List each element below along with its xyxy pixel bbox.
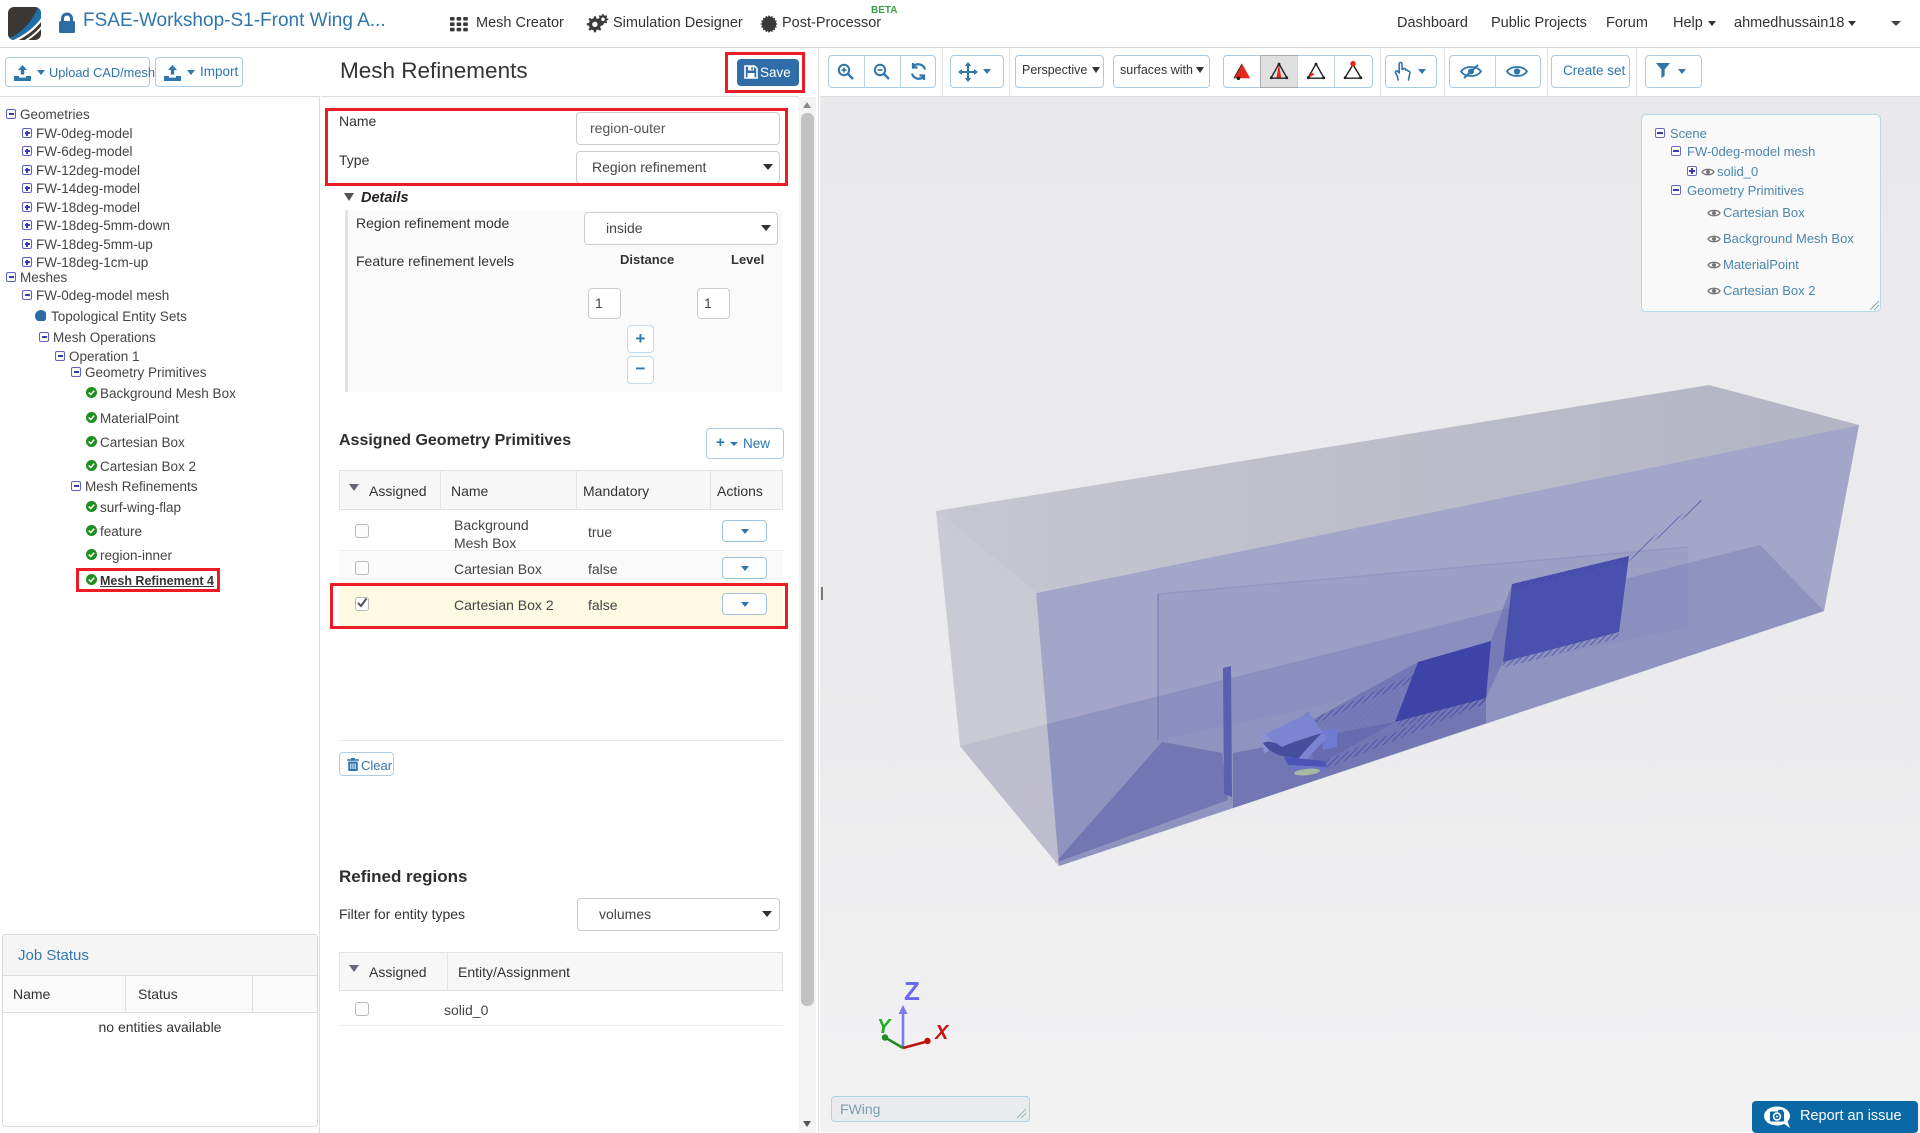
svg-text:Y: Y bbox=[877, 1016, 892, 1038]
svg-text:Z: Z bbox=[904, 976, 920, 1006]
svg-text:X: X bbox=[934, 1022, 950, 1044]
